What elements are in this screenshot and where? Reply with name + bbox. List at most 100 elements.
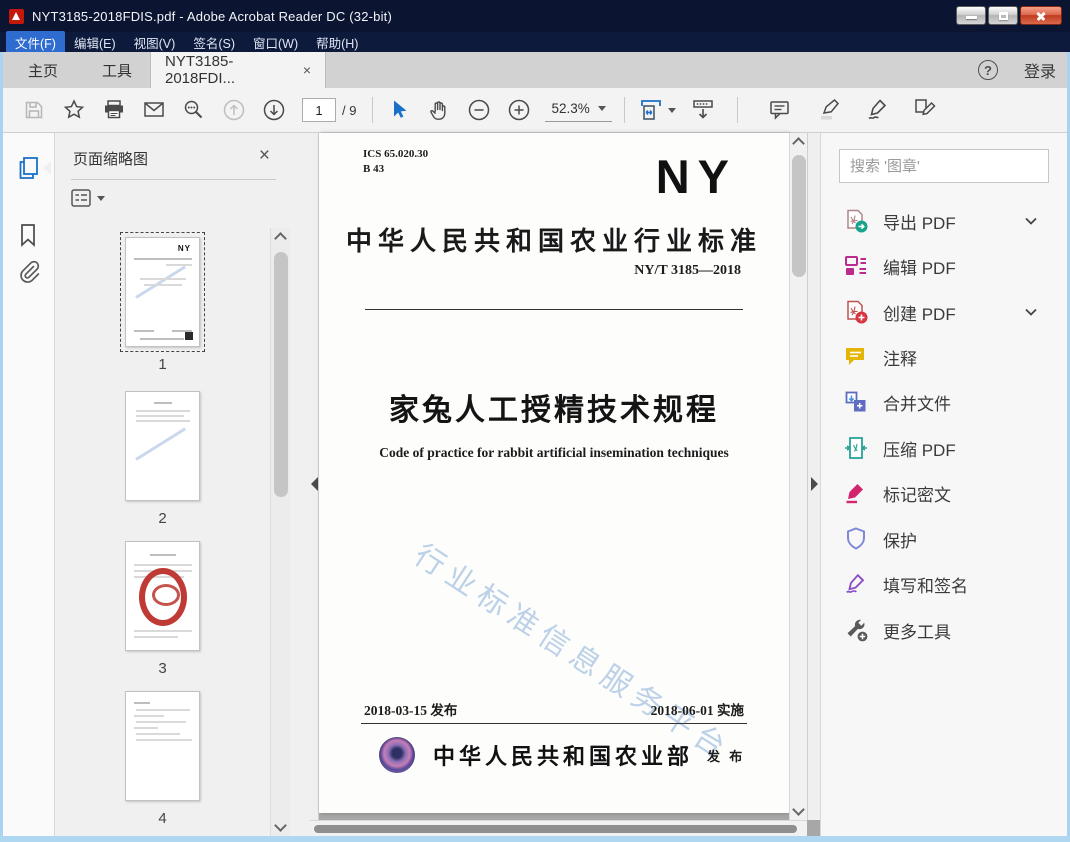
comment-tool-button[interactable] — [760, 92, 800, 128]
scroll-down-icon[interactable] — [792, 803, 805, 816]
zoom-level-dropdown[interactable]: 52.3% — [545, 98, 612, 122]
toolbar-divider — [736, 97, 738, 123]
collapse-right-panel-strip[interactable] — [807, 133, 820, 820]
menu-file[interactable]: 文件(F) — [6, 30, 65, 54]
zoom-out-button[interactable] — [459, 92, 499, 128]
thumbnail-page-number: 4 — [158, 810, 167, 827]
scroll-up-icon[interactable] — [792, 137, 805, 150]
cursor-icon — [394, 100, 407, 118]
tools-search-input[interactable] — [839, 149, 1049, 183]
document-title-english: Code of practice for rabbit artificial i… — [379, 445, 729, 460]
presentation-mode-button[interactable] — [683, 92, 723, 128]
options-list-icon — [71, 189, 91, 207]
fit-width-button[interactable] — [631, 92, 683, 128]
tool-comment[interactable]: 注释 — [821, 335, 1067, 379]
document-vertical-scrollbar[interactable] — [789, 133, 807, 820]
edit-pdf-icon — [845, 256, 866, 275]
window-border — [0, 52, 3, 842]
thumbnail-page-1[interactable]: NY 1 — [120, 232, 205, 373]
highlight-tool-button[interactable] — [810, 92, 850, 128]
tool-compress-pdf[interactable]: 压缩 PDF — [821, 426, 1067, 470]
page-thumbnails-panel-button[interactable] — [16, 155, 42, 181]
standard-number: NY/T 3185—2018 — [634, 263, 741, 278]
page-number-input[interactable] — [302, 98, 336, 122]
combine-files-icon — [845, 391, 866, 412]
tool-create-pdf[interactable]: 创建 PDF — [821, 290, 1067, 334]
national-emblem-graphic — [379, 737, 415, 773]
redact-icon — [846, 484, 863, 504]
sign-in-button[interactable]: 登录 — [1024, 58, 1056, 82]
paperclip-icon — [20, 260, 40, 283]
thumbnail-options-button[interactable] — [71, 189, 105, 207]
fill-sign-pen-icon — [846, 573, 865, 593]
tool-combine-files[interactable]: 合并文件 — [821, 380, 1067, 424]
email-button[interactable] — [134, 92, 174, 128]
menu-window[interactable]: 窗口(W) — [244, 31, 307, 54]
panel-divider — [71, 179, 276, 180]
tab-bar: 主页 工具 NYT3185-2018FDI... × ? 登录 — [0, 52, 1070, 88]
favorites-button[interactable] — [54, 92, 94, 128]
print-button[interactable] — [94, 92, 134, 128]
navigation-rail — [3, 133, 55, 836]
search-button[interactable] — [174, 92, 214, 128]
hand-tool-button[interactable] — [419, 92, 459, 128]
tool-fill-sign[interactable]: 填写和签名 — [821, 562, 1067, 606]
zoom-in-button[interactable] — [499, 92, 539, 128]
save-button[interactable] — [14, 92, 54, 128]
menu-edit[interactable]: 编辑(E) — [65, 31, 125, 54]
thumbnail-page-3[interactable]: 3 — [125, 541, 200, 677]
sign-tool-button[interactable] — [858, 92, 898, 128]
tool-edit-pdf[interactable]: 编辑 PDF — [821, 244, 1067, 288]
collapse-right-icon[interactable] — [811, 477, 818, 491]
tool-more-tools[interactable]: 更多工具 — [821, 608, 1067, 652]
close-button[interactable] — [1020, 6, 1062, 25]
search-icon — [184, 100, 203, 119]
minus-circle-icon — [469, 99, 490, 121]
scroll-up-icon[interactable] — [274, 232, 287, 245]
menu-help[interactable]: 帮助(H) — [307, 31, 367, 54]
hand-icon — [430, 101, 446, 120]
scrollbar-thumb[interactable] — [273, 252, 288, 497]
menu-sign[interactable]: 签名(S) — [184, 31, 244, 54]
fill-sign-button[interactable] — [906, 92, 946, 128]
scroll-down-icon[interactable] — [274, 819, 287, 832]
chevron-down-icon — [97, 195, 105, 201]
scrollbar-thumb[interactable] — [792, 155, 806, 277]
tool-protect[interactable]: 保护 — [821, 517, 1067, 561]
document-horizontal-scrollbar[interactable] — [310, 820, 807, 836]
tab-document[interactable]: NYT3185-2018FDI... × — [150, 52, 326, 88]
attachments-panel-button[interactable] — [16, 259, 42, 285]
selection-tool-button[interactable] — [379, 92, 419, 128]
tool-export-pdf[interactable]: 导出 PDF — [821, 199, 1067, 243]
collapse-left-panel-strip[interactable] — [310, 133, 319, 820]
bookmarks-panel-button[interactable] — [16, 222, 42, 248]
scrollbar-thumb[interactable] — [314, 824, 797, 833]
compress-pdf-icon — [845, 437, 867, 459]
collapse-left-icon[interactable] — [311, 477, 318, 491]
export-pdf-icon — [847, 209, 868, 233]
window-title: NYT3185-2018FDIS.pdf - Adobe Acrobat Rea… — [32, 8, 393, 24]
panel-close-icon[interactable]: × — [259, 145, 270, 167]
help-icon[interactable]: ? — [977, 60, 998, 80]
document-title-chinese: 家兔人工授精技术规程 — [389, 394, 719, 427]
tool-redact[interactable]: 标记密文 — [821, 471, 1067, 515]
thumbnail-page-4[interactable]: 4 — [125, 691, 200, 827]
menu-view[interactable]: 视图(V) — [125, 31, 185, 54]
next-page-button[interactable] — [254, 92, 294, 128]
toolbar-divider — [372, 97, 374, 123]
pdf-page-1[interactable]: ICS 65.020.30 B 43 NY 中华人民共和国农业行业标准 NY/T… — [319, 133, 789, 813]
maximize-button[interactable] — [988, 6, 1018, 25]
thumbnails-scrollbar[interactable] — [270, 228, 290, 836]
main-area: 页面缩略图 × NY 1 2 3 4 ICS 65.020.30 B 43 NY… — [0, 133, 1070, 836]
horizontal-rule — [365, 309, 743, 310]
chevron-down-icon — [1025, 217, 1037, 225]
thumbnail-page-2[interactable]: 2 — [125, 391, 200, 527]
minimize-icon — [966, 16, 977, 19]
tab-close-icon[interactable]: × — [303, 62, 311, 78]
thumbnail-image — [125, 691, 200, 801]
active-panel-notch — [43, 161, 51, 175]
tab-tools[interactable]: 工具 — [88, 52, 146, 88]
minimize-button[interactable] — [956, 6, 986, 25]
tab-home[interactable]: 主页 — [14, 52, 72, 88]
arrow-down-circle-icon — [263, 99, 285, 121]
